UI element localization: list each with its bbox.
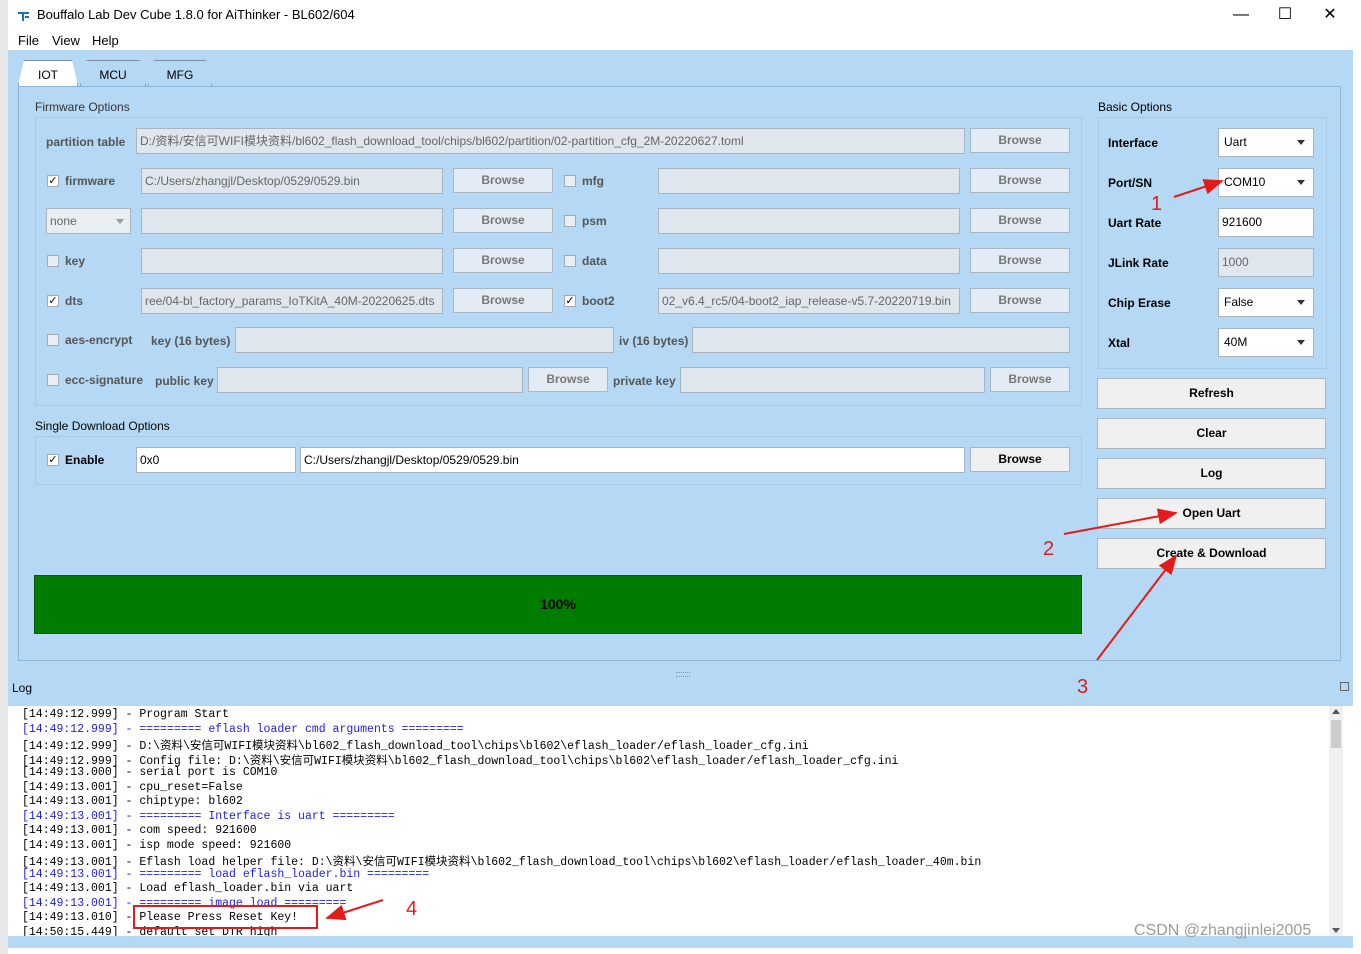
annotation-1: 1 [1151,193,1163,215]
annotation-2: 2 [1043,538,1055,560]
arrow-2 [1063,508,1178,535]
watermark: CSDN @zhangjinlei2005 [1134,922,1312,939]
arrow-4 [325,899,384,921]
annotation-3: 3 [1077,676,1089,698]
annotation-overlay [133,179,1224,929]
highlight-box [133,905,318,929]
annotation-4: 4 [406,898,418,920]
arrow-3 [1096,554,1178,661]
arrow-1 [1173,179,1224,198]
